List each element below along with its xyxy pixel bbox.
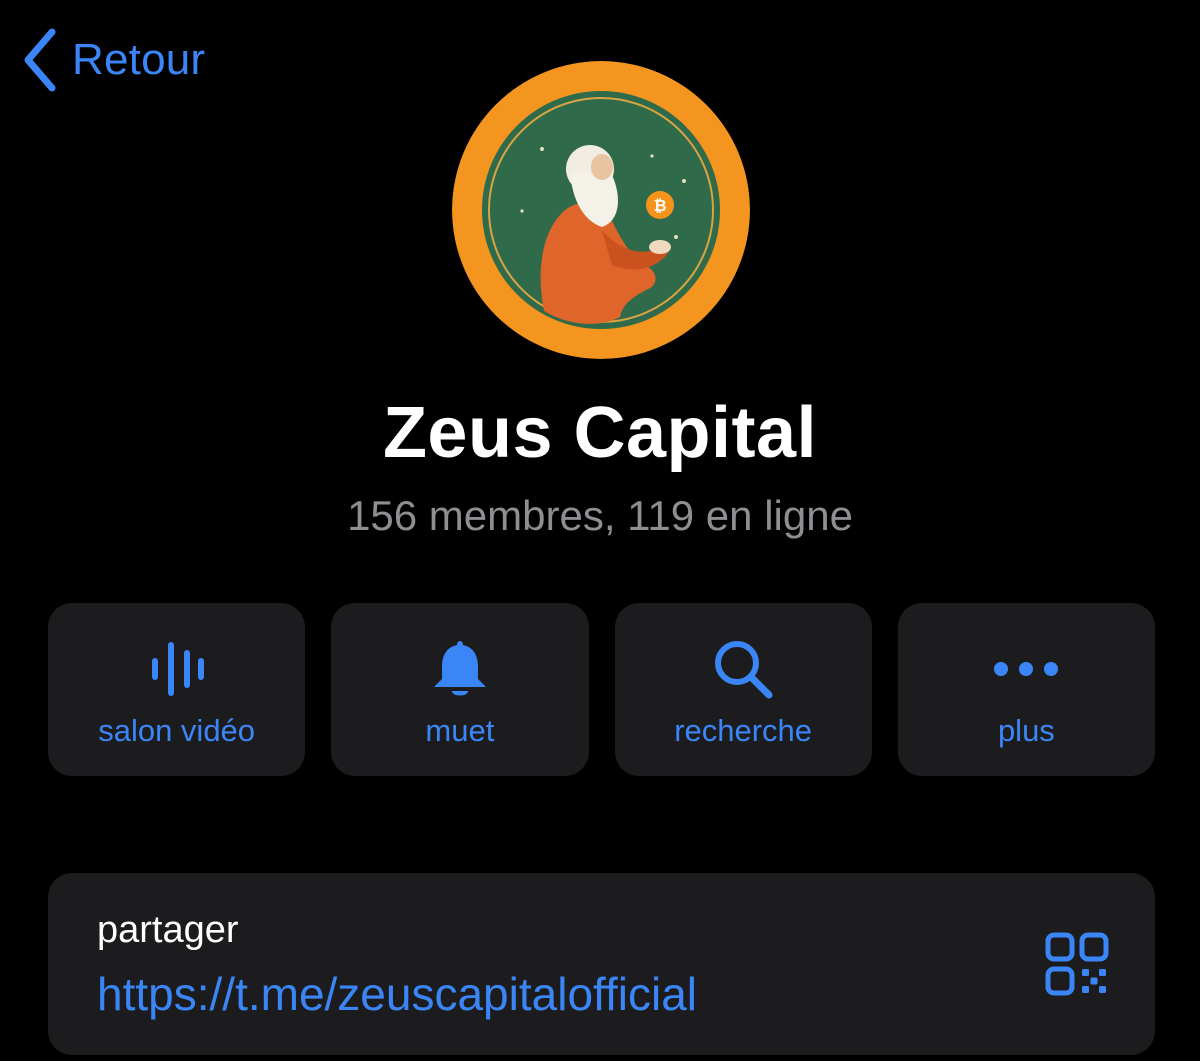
- action-bar: salon vidéo muet recherche plus: [48, 603, 1155, 776]
- search-label: recherche: [674, 713, 813, 748]
- share-title: partager: [97, 909, 239, 951]
- back-label: Retour: [72, 35, 206, 84]
- back-button[interactable]: Retour: [22, 28, 205, 92]
- share-link[interactable]: https://t.me/zeuscapitalofficial: [97, 967, 697, 1021]
- search-button[interactable]: recherche: [614, 603, 872, 776]
- group-name: Zeus Capital: [382, 393, 818, 473]
- chevron-left-icon: [22, 28, 58, 92]
- qr-code-icon: [1044, 932, 1110, 1001]
- mute-label: muet: [425, 713, 495, 748]
- voice-chat-button[interactable]: salon vidéo: [48, 603, 306, 776]
- bell-icon: [331, 637, 588, 701]
- qr-code-button[interactable]: [1044, 931, 1110, 997]
- group-avatar[interactable]: ₿: [452, 61, 750, 359]
- svg-text:₿: ₿: [653, 196, 666, 215]
- more-button[interactable]: plus: [897, 603, 1155, 776]
- voice-chat-icon: [48, 637, 305, 701]
- voice-chat-label: salon vidéo: [98, 713, 256, 748]
- mute-button[interactable]: muet: [331, 603, 589, 776]
- search-icon: [615, 637, 872, 701]
- more-label: plus: [997, 713, 1055, 748]
- member-status: 156 membres, 119 en ligne: [347, 492, 853, 539]
- share-card: partager https://t.me/zeuscapitalofficia…: [48, 873, 1155, 1055]
- more-icon: [898, 637, 1155, 701]
